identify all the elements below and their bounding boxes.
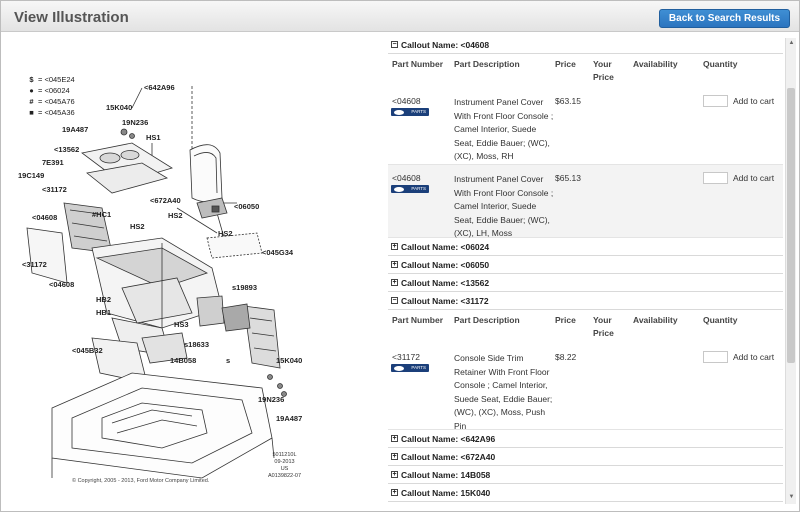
expand-icon[interactable]: + <box>391 435 398 442</box>
callout-label[interactable]: 15K040 <box>276 356 302 365</box>
parts-panel: − Callout Name: <04608 Part Number Part … <box>388 36 783 506</box>
part-description: Instrument Panel Cover With Front Floor … <box>454 97 554 161</box>
callout-label[interactable]: <13562 <box>54 145 79 154</box>
parts-scrollbar[interactable]: ▲ ▼ <box>785 38 796 504</box>
legend-item: # = <045A76 <box>29 97 75 106</box>
expand-icon[interactable]: + <box>391 471 398 478</box>
add-to-cart-link[interactable]: Add to cart <box>733 173 774 183</box>
add-to-cart-link[interactable]: Add to cart <box>733 96 774 106</box>
callout-row[interactable]: − Callout Name: <04608 <box>388 36 783 54</box>
page-title: View Illustration <box>14 9 129 26</box>
callout-label[interactable]: HS3 <box>174 320 189 329</box>
part-number: <04608 <box>392 96 421 106</box>
expand-icon[interactable]: + <box>391 489 398 496</box>
symbol-legend: $ = <045E24 ● = <06024 # = <045A76 ■ = <045A… <box>28 74 75 118</box>
expand-icon[interactable]: + <box>391 279 398 286</box>
illustration-id: 5011210L 09-2013 US A0139822-07 <box>268 452 302 479</box>
callout-row[interactable]: + Callout Name: <672A40 <box>388 448 783 466</box>
col-part-description: Part Description <box>454 315 520 325</box>
legend-item: ● = <06024 <box>29 86 70 95</box>
callout-label[interactable]: <31172 <box>42 185 67 194</box>
callout-row[interactable]: + Callout Name: 15K040 <box>388 484 783 502</box>
col-price: Price <box>555 315 576 325</box>
callout-label[interactable]: <04608 <box>32 213 57 222</box>
part-number: <31172 <box>392 352 420 362</box>
callout-label[interactable]: s19893 <box>232 283 257 292</box>
table-row: <04608 PARTS Instrument Panel Cover With… <box>388 165 783 238</box>
add-to-cart-link[interactable]: Add to cart <box>733 352 774 362</box>
callout-label[interactable]: HS2 <box>218 229 233 238</box>
part-description: Instrument Panel Cover With Front Floor … <box>454 174 554 238</box>
copyright-notice: © Copyright, 2005 - 2013, Ford Motor Com… <box>72 478 210 484</box>
ford-parts-logo-icon: PARTS <box>391 108 429 116</box>
scroll-down-icon[interactable]: ▼ <box>787 493 796 502</box>
parts-illustration[interactable]: $ = <045E24 ● = <06024 # = <045A76 ■ = <045A… <box>12 38 372 493</box>
back-to-search-results-button[interactable]: Back to Search Results <box>659 9 790 28</box>
callout-label[interactable]: HS1 <box>146 133 161 142</box>
col-quantity: Quantity <box>703 59 738 69</box>
callout-label[interactable]: #HC1 <box>92 210 111 219</box>
callout-row[interactable]: + Callout Name: <642A96 <box>388 430 783 448</box>
callout-label[interactable]: HB2 <box>96 295 111 304</box>
callout-row[interactable]: + Callout Name: <13562 <box>388 274 783 292</box>
column-headers: Part Number Part Description Price Your … <box>388 310 783 344</box>
legend-item: $ = <045E24 <box>29 75 75 84</box>
table-row: <04608 PARTS Instrument Panel Cover With… <box>388 88 783 165</box>
part-description: Console Side Trim Retainer With Front Fl… <box>454 353 553 431</box>
callout-label[interactable]: <642A96 <box>144 83 175 92</box>
legend-item: ■ = <045A36 <box>29 108 75 117</box>
callout-label[interactable]: HS2 <box>130 222 145 231</box>
column-headers: Part Number Part Description Price Your … <box>388 54 783 88</box>
callout-row[interactable]: + Callout Name: <06024 <box>388 238 783 256</box>
col-availability: Availability <box>633 59 678 69</box>
table-row: <31172 PARTS Console Side Trim Retainer … <box>388 344 783 431</box>
collapse-icon[interactable]: − <box>391 41 398 48</box>
ford-parts-logo-icon: PARTS <box>391 364 429 372</box>
col-your-price: Your Price <box>593 59 614 82</box>
collapse-icon[interactable]: − <box>391 297 398 304</box>
part-number: <04608 <box>392 173 421 183</box>
callout-label[interactable]: <672A40 <box>150 196 181 205</box>
callout-label[interactable]: s18633 <box>184 340 209 349</box>
callout-label[interactable]: <045B32 <box>72 346 103 355</box>
expand-icon[interactable]: + <box>391 261 398 268</box>
part-price: $65.13 <box>555 173 581 183</box>
scroll-thumb[interactable] <box>787 88 795 363</box>
scroll-up-icon[interactable]: ▲ <box>787 39 796 48</box>
col-part-description: Part Description <box>454 59 520 69</box>
col-part-number: Part Number <box>392 59 444 69</box>
callout-label[interactable]: 19A487 <box>276 414 302 423</box>
expand-icon[interactable]: + <box>391 453 398 460</box>
callout-label[interactable]: 15K040 <box>106 103 132 112</box>
callout-label[interactable]: 7E391 <box>42 158 64 167</box>
quantity-input[interactable] <box>703 95 728 107</box>
callout-label[interactable]: <06050 <box>234 202 259 211</box>
ford-parts-logo-icon: PARTS <box>391 185 429 193</box>
callout-label[interactable]: HS2 <box>168 211 183 220</box>
callout-label[interactable]: <045G34 <box>262 248 293 257</box>
expand-icon[interactable]: + <box>391 243 398 250</box>
callout-label[interactable]: <04608 <box>49 280 74 289</box>
col-availability: Availability <box>633 315 678 325</box>
callout-label[interactable]: HB1 <box>96 308 111 317</box>
col-quantity: Quantity <box>703 315 738 325</box>
callout-label[interactable]: <31172 <box>22 260 47 269</box>
col-price: Price <box>555 59 576 69</box>
callout-label[interactable]: 19N236 <box>122 118 148 127</box>
callout-row[interactable]: + Callout Name: <06050 <box>388 256 783 274</box>
col-part-number: Part Number <box>392 315 444 325</box>
callout-label[interactable]: 19N236 <box>258 395 284 404</box>
quantity-input[interactable] <box>703 351 728 363</box>
callout-label[interactable]: 14B058 <box>170 356 196 365</box>
part-price: $8.22 <box>555 352 577 362</box>
callout-label[interactable]: s <box>226 356 230 365</box>
part-price: $63.15 <box>555 96 581 106</box>
callout-label[interactable]: 19C149 <box>18 171 44 180</box>
callout-row[interactable]: + Callout Name: 14B058 <box>388 466 783 484</box>
callout-row[interactable]: − Callout Name: <31172 <box>388 292 783 310</box>
callout-label[interactable]: 19A487 <box>62 125 88 134</box>
col-your-price: Your Price <box>593 315 614 338</box>
header-bar: View Illustration Back to Search Results <box>1 1 799 32</box>
quantity-input[interactable] <box>703 172 728 184</box>
